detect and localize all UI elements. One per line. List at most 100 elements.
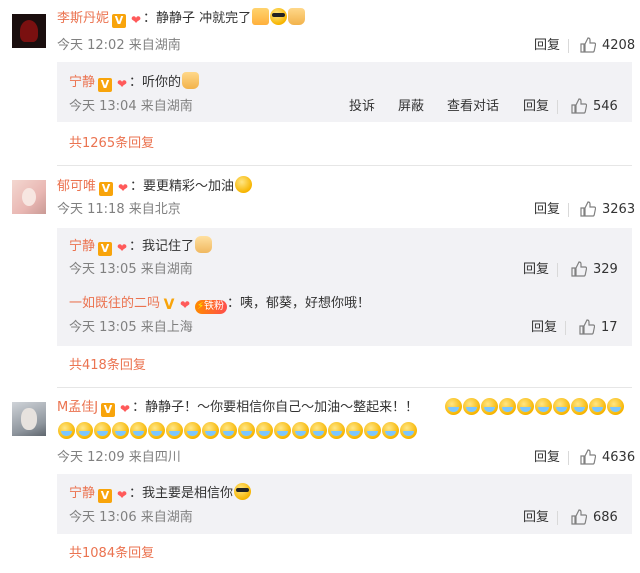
emoji-icon — [400, 422, 417, 439]
comment-content: 李斯丹妮 V ❤ ：静静子 冲就完了 — [57, 8, 306, 29]
verified-badge-icon: V — [98, 78, 113, 92]
emoji-icon — [553, 398, 570, 415]
like-thumb-icon — [580, 449, 596, 465]
like-thumb-icon — [580, 201, 596, 217]
reply-meta: 今天 13:04 来自湖南 — [69, 99, 193, 114]
vip-icon: ❤ — [179, 298, 191, 312]
comment-meta: 今天 12:02 来自湖南 — [57, 38, 181, 53]
comment-text: ：要更精彩～加油 — [130, 179, 235, 194]
emoji-row — [444, 398, 624, 419]
like-button[interactable]: 546 — [571, 97, 618, 117]
reply-list: 宁静 V ❤ ：我记住了 今天 13:05 来自湖南 回复 329 一如既往的二吗 V ❤… — [57, 228, 632, 346]
reply-meta: 今天 13:05 来自湖南 — [69, 262, 193, 277]
divider — [57, 165, 632, 166]
divider — [568, 203, 569, 217]
vip-icon: ❤ — [130, 13, 142, 27]
avatar[interactable] — [12, 402, 46, 436]
like-count: 546 — [593, 99, 618, 114]
vip-icon: ❤ — [120, 402, 131, 416]
comment-content: M孟佳J V ❤ ：静静子！～你要相信你自己～加油～整起来！！ — [57, 398, 418, 418]
reply-meta: 今天 13:06 来自湖南 — [69, 510, 193, 525]
comment-meta: 今天 12:09 来自四川 — [57, 450, 181, 465]
emoji-icon — [481, 398, 498, 415]
report-button[interactable]: 投诉 — [349, 97, 375, 117]
like-count: 3263 — [602, 202, 636, 217]
emoji-icon — [274, 422, 291, 439]
emoji-row — [57, 422, 417, 443]
emoji-icon — [589, 398, 606, 415]
reply-content: 一如既往的二吗 V ❤ ⚡铁粉 ：咦，郁葵，好想你哦！ — [69, 294, 370, 314]
like-button[interactable]: 4208 — [580, 36, 635, 56]
like-button[interactable]: 4636 — [580, 448, 635, 468]
reply-button[interactable]: 回复 — [534, 200, 560, 220]
reply-content: 宁静 V ❤ ：我主要是相信你 — [69, 483, 252, 504]
divider — [568, 451, 569, 465]
emoji-icon — [364, 422, 381, 439]
reply-list: 宁静 V ❤ ：我主要是相信你 今天 13:06 来自湖南 回复 686 — [57, 474, 632, 534]
divider — [568, 39, 569, 53]
reply-button[interactable]: 回复 — [531, 318, 557, 338]
verified-badge-icon: V — [112, 14, 127, 28]
like-count: 17 — [601, 320, 618, 335]
vip-icon: ❤ — [117, 181, 129, 195]
reply-button[interactable]: 回复 — [523, 260, 549, 280]
comment-content: 郁可唯 V ❤ ：要更精彩～加油 — [57, 176, 253, 197]
emoji-icon — [607, 398, 624, 415]
like-thumb-icon — [571, 98, 587, 114]
view-conversation-button[interactable]: 查看对话 — [447, 97, 499, 117]
username[interactable]: 宁静 — [69, 75, 95, 90]
emoji-icon — [148, 422, 165, 439]
more-replies-link[interactable]: 共1084条回复 — [69, 544, 154, 564]
avatar[interactable] — [12, 180, 46, 214]
more-replies-link[interactable]: 共418条回复 — [69, 356, 146, 376]
emoji-icon — [517, 398, 534, 415]
username[interactable]: M孟佳J — [57, 400, 98, 415]
username[interactable]: 宁静 — [69, 239, 95, 254]
comment-text: ：静静子 冲就完了 — [143, 11, 252, 26]
username[interactable]: 宁静 — [69, 486, 95, 501]
like-button[interactable]: 686 — [571, 508, 618, 528]
divider — [557, 511, 558, 525]
emoji-icon — [195, 236, 213, 253]
verified-badge-icon: V — [99, 182, 114, 196]
reply-text: ：咦，郁葵，好想你哦！ — [227, 296, 371, 311]
emoji-icon — [76, 422, 93, 439]
emoji-icon — [328, 422, 345, 439]
reply-button[interactable]: 回复 — [534, 448, 560, 468]
username[interactable]: 李斯丹妮 — [57, 11, 109, 26]
emoji-icon — [499, 398, 516, 415]
username[interactable]: 郁可唯 — [57, 179, 96, 194]
reply-content: 宁静 V ❤ ：我记住了 — [69, 236, 213, 257]
like-button[interactable]: 329 — [571, 260, 618, 280]
divider — [557, 263, 558, 277]
vip-icon: ❤ — [116, 77, 128, 91]
username[interactable]: 一如既往的二吗 — [69, 296, 160, 311]
emoji-icon — [234, 483, 252, 500]
more-replies-link[interactable]: 共1265条回复 — [69, 134, 154, 154]
like-count: 4208 — [602, 38, 636, 53]
emoji-icon — [256, 422, 273, 439]
like-button[interactable]: 17 — [579, 318, 618, 338]
reply-button[interactable]: 回复 — [523, 508, 549, 528]
emoji-icon — [535, 398, 552, 415]
divider — [565, 321, 566, 335]
emoji-icon — [252, 8, 270, 25]
emoji-icon — [382, 422, 399, 439]
emoji-icon — [571, 398, 588, 415]
emoji-icon — [346, 422, 363, 439]
block-button[interactable]: 屏蔽 — [398, 97, 424, 117]
emoji-icon — [94, 422, 111, 439]
verified-badge-icon: V — [163, 297, 175, 313]
reply-button[interactable]: 回复 — [523, 97, 549, 117]
avatar[interactable] — [12, 14, 46, 48]
reply-button[interactable]: 回复 — [534, 36, 560, 56]
like-button[interactable]: 3263 — [580, 200, 635, 220]
comment-text: ：静静子！～你要相信你自己～加油～整起来！！ — [132, 400, 419, 415]
emoji-icon — [220, 422, 237, 439]
verified-badge-icon: V — [98, 242, 113, 256]
emoji-icon — [202, 422, 219, 439]
emoji-icon — [130, 422, 147, 439]
reply-list: 宁静 V ❤ ：听你的 今天 13:04 来自湖南 投诉 屏蔽 查看对话 回复 546 — [57, 62, 632, 122]
reply-text: ：我记住了 — [129, 239, 195, 254]
reply-content: 宁静 V ❤ ：听你的 — [69, 72, 200, 93]
